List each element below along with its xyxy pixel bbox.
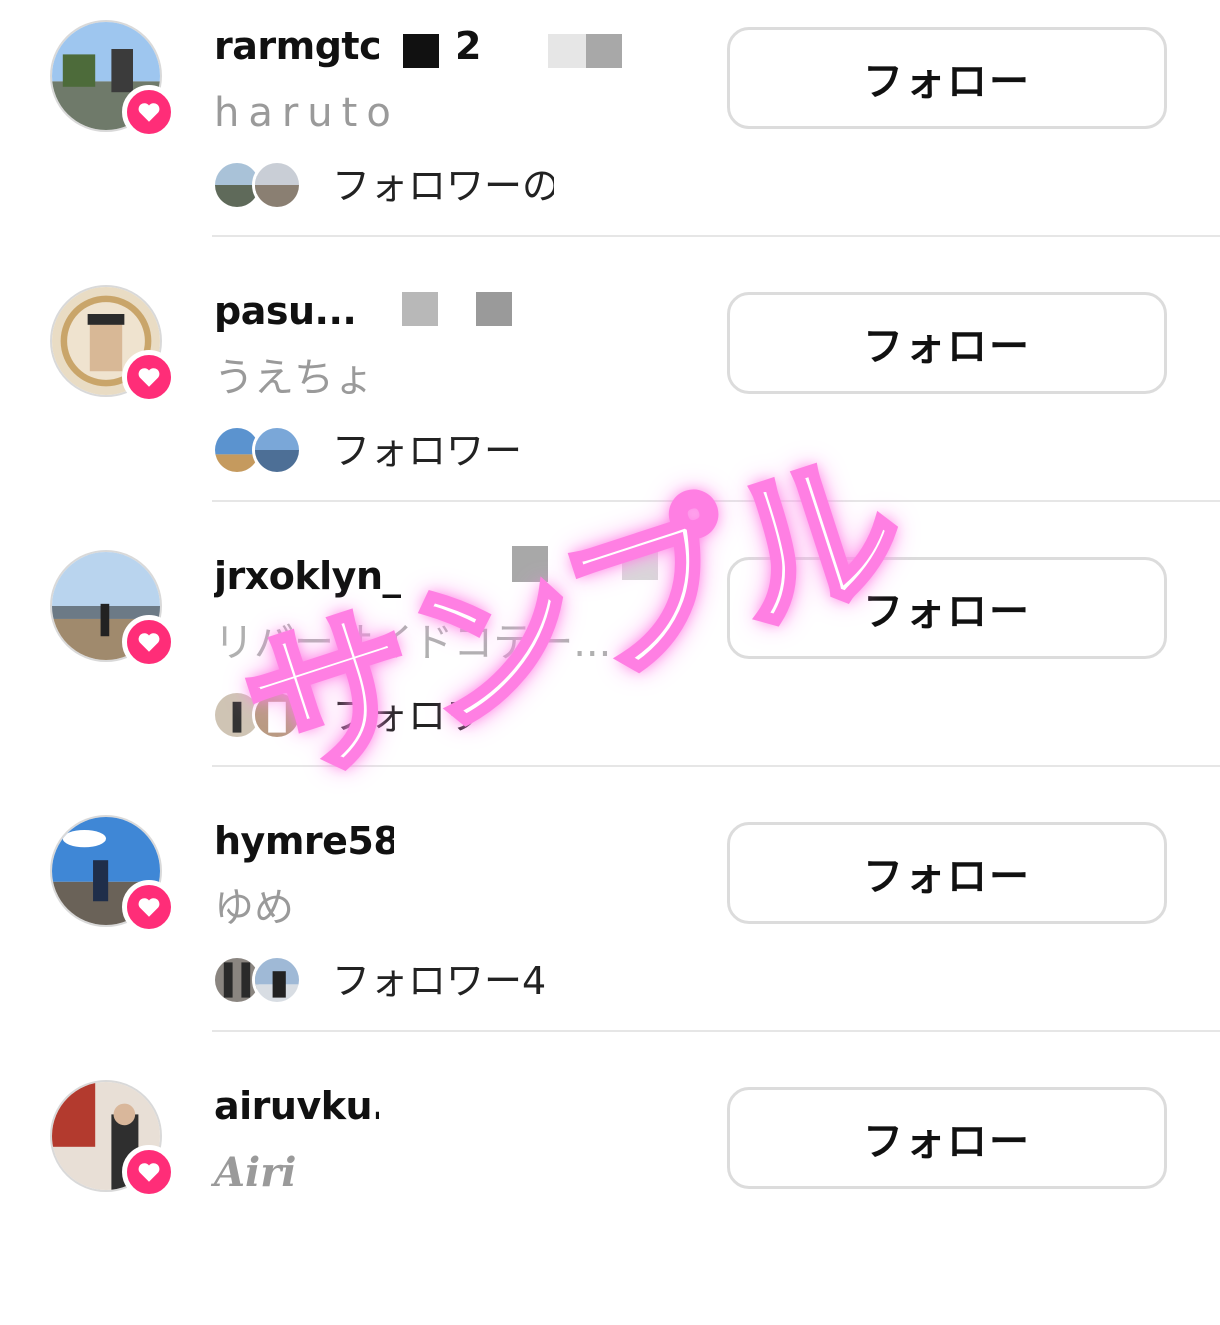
heart-icon (138, 898, 160, 917)
follow-button[interactable]: フォロー (727, 557, 1167, 659)
redaction-mark (476, 292, 512, 326)
account-row[interactable]: hymre58 ゆめ フォロワー4 フォロー (0, 795, 1220, 1060)
heart-badge (122, 350, 176, 404)
username[interactable]: jrxoklyn_ (214, 552, 401, 600)
heart-icon (138, 633, 160, 652)
heart-badge (122, 615, 176, 669)
username[interactable]: hymre58 (214, 817, 394, 865)
mini-avatar (252, 425, 302, 475)
divider (212, 1030, 1220, 1032)
heart-icon (138, 1163, 160, 1182)
follow-button[interactable]: フォロー (727, 1087, 1167, 1189)
account-row[interactable]: rarmgtc 2 haruto フォロワーの フォロー (0, 0, 1220, 265)
account-row[interactable]: jrxoklyn_ リバーサイドコテー... フォロワ フォロー (0, 530, 1220, 795)
heart-badge (122, 1145, 176, 1199)
redaction-mark (622, 550, 658, 580)
account-row[interactable]: pasu... うえちょ フォロワー フォロー (0, 265, 1220, 530)
display-name: Airi (214, 1149, 297, 1196)
redaction-mark (403, 34, 439, 68)
divider (212, 500, 1220, 502)
username[interactable]: airuvku. (214, 1082, 379, 1130)
divider (212, 765, 1220, 767)
display-name: haruto (214, 90, 400, 136)
display-name: うえちょ (214, 355, 374, 401)
followers-text: フォロワ (332, 694, 485, 738)
display-name: リバーサイドコテー... (214, 620, 612, 666)
redaction-mark (402, 292, 438, 326)
heart-badge (122, 85, 176, 139)
followers-text: フォロワー4 (332, 959, 547, 1003)
username-suffix: 2 (455, 24, 482, 68)
mini-avatar (252, 160, 302, 210)
follow-button[interactable]: フォロー (727, 822, 1167, 924)
redaction-mark (586, 34, 622, 68)
redaction-mark (548, 34, 586, 68)
mini-avatar (252, 690, 302, 740)
follow-button[interactable]: フォロー (727, 292, 1167, 394)
heart-badge (122, 880, 176, 934)
suggested-accounts-list: rarmgtc 2 haruto フォロワーの フォロー pasu... うえち… (0, 0, 1220, 1220)
follow-button[interactable]: フォロー (727, 27, 1167, 129)
redaction-mark (512, 546, 548, 582)
username[interactable]: pasu... (214, 287, 356, 335)
mini-avatar (252, 955, 302, 1005)
divider (212, 235, 1220, 237)
heart-icon (138, 368, 160, 387)
heart-icon (138, 103, 160, 122)
followers-text: フォロワーの (332, 164, 554, 208)
followers-text: フォロワー (332, 429, 523, 473)
username[interactable]: rarmgtc (214, 22, 379, 70)
display-name: ゆめ (214, 885, 294, 931)
account-row[interactable]: airuvku. Airi フォロー (0, 1060, 1220, 1325)
